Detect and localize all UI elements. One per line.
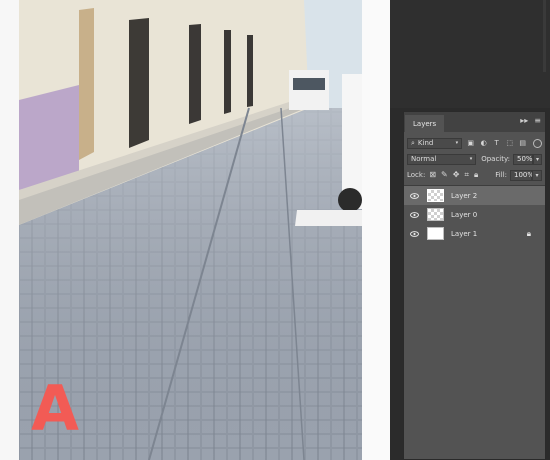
- fill-input[interactable]: 100%: [510, 169, 534, 181]
- lock-position-icon[interactable]: ✥: [453, 170, 460, 180]
- layer-thumbnail: [427, 208, 444, 221]
- opacity-dropdown-button[interactable]: ▾: [533, 153, 542, 165]
- lock-artboard-icon[interactable]: ⌗: [464, 170, 469, 180]
- layer-row-layer-2[interactable]: Layer 2: [404, 186, 545, 205]
- blend-mode-select[interactable]: Normal ▾: [407, 153, 477, 165]
- blend-mode-value: Normal: [411, 155, 437, 163]
- upper-panel-area: [390, 0, 550, 108]
- layers-panel: Layers ▸▸ ≡ ⌕ Kind ▾ ▣ ◐ T ⬚ ▤ Normal ▾ …: [403, 111, 546, 460]
- pixel-filter-icon[interactable]: ▣: [466, 139, 475, 148]
- layers-tabbar: Layers ▸▸ ≡: [404, 112, 545, 132]
- filter-kind-select[interactable]: ⌕ Kind ▾: [407, 137, 463, 149]
- eye-icon[interactable]: [409, 192, 419, 199]
- filter-toggle[interactable]: [533, 138, 542, 148]
- type-filter-icon[interactable]: T: [492, 139, 501, 148]
- tab-layers[interactable]: Layers: [405, 115, 445, 132]
- lock-transparent-pixels-icon[interactable]: ⊠: [429, 170, 436, 180]
- lock-image-pixels-icon[interactable]: ✎: [441, 170, 448, 180]
- eye-icon[interactable]: [409, 211, 419, 218]
- fill-label: Fill:: [495, 171, 507, 179]
- document-canvas[interactable]: A: [0, 0, 390, 460]
- upper-scrollbar[interactable]: [543, 0, 546, 72]
- eye-icon[interactable]: [409, 230, 419, 237]
- shape-filter-icon[interactable]: ⬚: [505, 139, 514, 148]
- layer-name: Layer 0: [451, 210, 478, 219]
- layer-name: Layer 1: [451, 229, 478, 238]
- layer-thumbnail: [427, 227, 444, 240]
- lock-icon: 🔒︎: [526, 229, 531, 238]
- adjustment-filter-icon[interactable]: ◐: [479, 139, 488, 148]
- layer-name: Layer 2: [451, 191, 478, 200]
- smart-object-filter-icon[interactable]: ▤: [518, 139, 527, 148]
- scrawl-mark: A: [31, 372, 79, 445]
- lock-label: Lock:: [407, 171, 426, 179]
- layer-thumbnail: [427, 189, 444, 202]
- opacity-label: Opacity:: [481, 155, 510, 163]
- lock-row: Lock: ⊠ ✎ ✥ ⌗ 🔒︎ Fill: 100% ▾: [404, 167, 545, 183]
- chevron-down-icon: ▾: [455, 140, 459, 146]
- fill-dropdown-button[interactable]: ▾: [532, 169, 542, 181]
- lock-all-icon[interactable]: 🔒︎: [474, 170, 478, 180]
- opacity-input[interactable]: 50%: [513, 153, 533, 165]
- search-icon: ⌕: [411, 138, 415, 147]
- filter-row: ⌕ Kind ▾ ▣ ◐ T ⬚ ▤: [404, 135, 545, 151]
- street-photo: A: [19, 0, 362, 460]
- layer-row-layer-1[interactable]: Layer 1 🔒︎: [404, 224, 545, 243]
- canvas-gap: [362, 0, 390, 460]
- panel-menu-icon[interactable]: ≡: [534, 116, 541, 125]
- blend-row: Normal ▾ Opacity: 50% ▾: [404, 151, 545, 167]
- filter-kind-value: Kind: [417, 139, 434, 147]
- collapse-panel-icon[interactable]: ▸▸: [520, 116, 528, 125]
- chevron-down-icon: ▾: [469, 156, 473, 162]
- layer-row-layer-0[interactable]: Layer 0: [404, 205, 545, 224]
